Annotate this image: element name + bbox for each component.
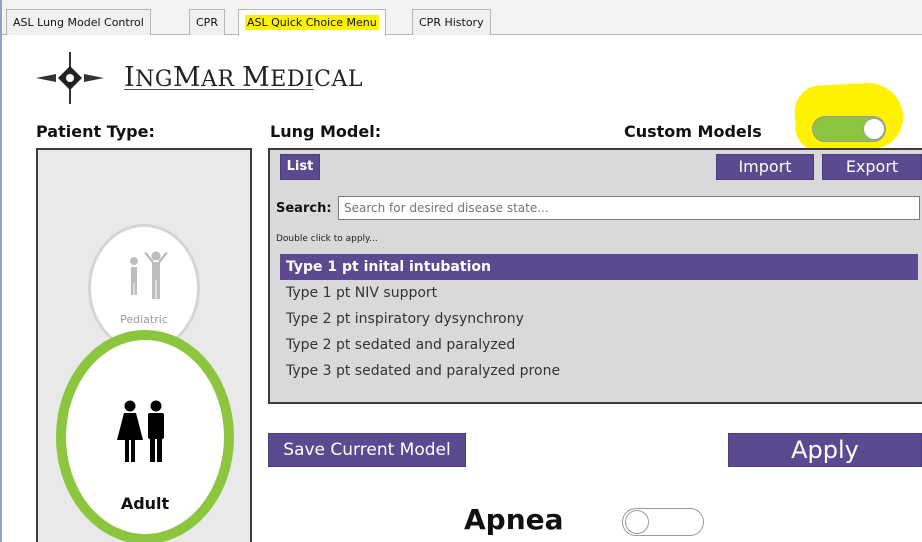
tab-cpr[interactable]: CPR — [189, 9, 225, 35]
apply-button[interactable]: Apply — [728, 433, 922, 467]
tab-bar: ASL Lung Model Control CPR ASL Quick Cho… — [2, 0, 922, 36]
lung-model-list: Type 1 pt inital intubation Type 1 pt NI… — [280, 254, 918, 384]
list-item[interactable]: Type 2 pt inspiratory dysynchrony — [280, 306, 918, 332]
tab-label: ASL Quick Choice Menu — [245, 15, 379, 30]
lung-model-heading: Lung Model: — [270, 122, 382, 141]
search-input[interactable] — [338, 196, 920, 220]
logo-underline — [124, 89, 314, 90]
apnea-toggle[interactable] — [622, 508, 704, 536]
patient-type-panel: Pediatric Adult — [36, 148, 252, 542]
apply-hint: Double click to apply... — [276, 234, 378, 244]
custom-models-heading: Custom Models — [624, 122, 762, 141]
search-label: Search: — [276, 201, 332, 216]
apnea-label: Apnea — [464, 503, 564, 536]
import-button[interactable]: Import — [716, 154, 814, 180]
export-button[interactable]: Export — [822, 154, 922, 180]
tab-asl-quick-choice-menu[interactable]: ASL Quick Choice Menu — [238, 9, 386, 36]
custom-models-toggle[interactable] — [812, 116, 886, 142]
list-item[interactable]: Type 1 pt inital intubation — [280, 254, 918, 280]
list-item[interactable]: Type 2 pt sedated and paralyzed — [280, 332, 918, 358]
woman-man-icon — [117, 400, 164, 462]
list-tab[interactable]: List — [280, 154, 320, 180]
toggle-knob — [625, 510, 649, 534]
tab-label: ASL Lung Model Control — [13, 16, 144, 29]
ingmar-medical-logo: INGMAR MEDICAL — [36, 52, 362, 104]
pediatric-label: Pediatric — [120, 313, 168, 326]
adult-option[interactable]: Adult — [56, 330, 234, 542]
save-current-model-button[interactable]: Save Current Model — [268, 433, 466, 467]
adult-label: Adult — [120, 494, 170, 513]
toggle-knob — [863, 118, 885, 140]
tab-asl-lung-model-control[interactable]: ASL Lung Model Control — [6, 9, 151, 35]
list-item[interactable]: Type 1 pt NIV support — [280, 280, 918, 306]
lung-model-content: List Import Export Search: Double click … — [270, 150, 922, 402]
lung-model-panel: List Import Export Search: Double click … — [268, 148, 922, 404]
tab-cpr-history[interactable]: CPR History — [412, 9, 491, 35]
compass-diamond-icon — [36, 52, 104, 104]
tab-label: CPR History — [419, 16, 484, 29]
list-item[interactable]: Type 3 pt sedated and paralyzed prone — [280, 358, 918, 384]
window-frame-edge — [0, 0, 2, 542]
patient-type-heading: Patient Type: — [36, 122, 155, 141]
child-adult-icon — [130, 251, 168, 299]
tab-label: CPR — [196, 16, 218, 29]
